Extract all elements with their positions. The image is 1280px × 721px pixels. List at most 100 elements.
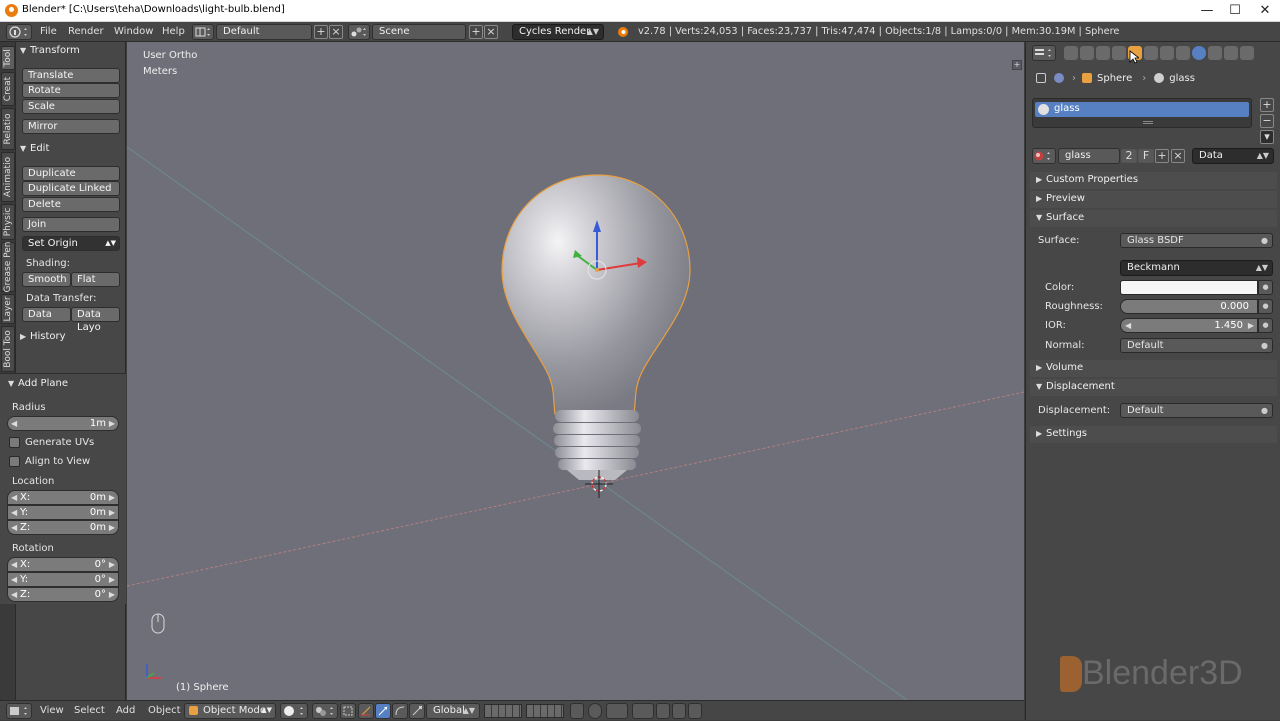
tab-relations[interactable]: Relatio — [1, 108, 15, 150]
minimize-button[interactable]: — — [1192, 0, 1222, 22]
scene-layers-group-2[interactable] — [526, 704, 564, 718]
scale-manipulator-button[interactable] — [409, 703, 425, 719]
surface-panel-header[interactable]: ▼ Surface — [1030, 210, 1277, 227]
rotation-z-field[interactable]: ◀ Z: 0° ▶ — [7, 587, 119, 602]
location-z-field[interactable]: ◀ Z: 0m ▶ — [7, 520, 119, 535]
editor-type-button[interactable] — [6, 703, 32, 719]
material-link-dropdown[interactable]: Data ▲▼ — [1192, 148, 1274, 164]
opengl-animation-icon[interactable] — [672, 703, 686, 719]
menu-render[interactable]: Render — [68, 26, 104, 37]
material-name-field[interactable]: glass — [1058, 148, 1120, 164]
render-layers-tab-icon[interactable] — [1080, 46, 1094, 60]
close-button[interactable]: ✕ — [1250, 0, 1280, 22]
data-transfer-button[interactable]: Data — [22, 307, 71, 322]
rotate-manipulator-button[interactable] — [392, 703, 408, 719]
pin-icon[interactable] — [1036, 73, 1046, 83]
data-tab-icon[interactable] — [1176, 46, 1190, 60]
world-tab-icon[interactable] — [1112, 46, 1126, 60]
scene-selector[interactable] — [348, 24, 370, 40]
maximize-button[interactable]: ☐ — [1220, 0, 1250, 22]
displacement-input-field[interactable]: Default ● — [1120, 403, 1273, 418]
snap-element-icon[interactable] — [632, 703, 654, 719]
color-swatch[interactable] — [1120, 280, 1258, 295]
transform-panel-header[interactable]: ▼ Transform — [20, 45, 80, 56]
editor-type-button[interactable] — [6, 24, 32, 40]
add-layout-icon[interactable]: + — [314, 25, 328, 39]
location-x-field[interactable]: ◀ X: 0m ▶ — [7, 490, 119, 505]
history-panel-header[interactable]: ▶ History — [20, 331, 66, 342]
location-y-field[interactable]: ◀ Y: 0m ▶ — [7, 505, 119, 520]
add-plane-panel-header[interactable]: ▼ Add Plane — [8, 378, 68, 389]
ior-field[interactable]: ◀ 1.450 ▶ — [1120, 318, 1258, 333]
tab-bool-tool[interactable]: Bool Too — [1, 326, 15, 372]
screen-layout-field[interactable]: Default — [216, 24, 312, 40]
preview-panel-header[interactable]: ▶ Preview — [1030, 191, 1277, 208]
material-slots-list[interactable]: glass — [1032, 98, 1252, 128]
rotation-x-field[interactable]: ◀ X: 0° ▶ — [7, 557, 119, 572]
duplicate-button[interactable]: Duplicate — [22, 166, 120, 181]
material-tab-icon[interactable] — [1192, 46, 1206, 60]
volume-panel-header[interactable]: ▶ Volume — [1030, 360, 1277, 377]
material-specials-icon[interactable]: ▾ — [1260, 130, 1274, 144]
editor-type-button[interactable] — [1032, 45, 1056, 61]
tab-tool[interactable]: Tool — [1, 46, 15, 70]
translate-button[interactable]: Translate — [22, 68, 120, 83]
add-scene-icon[interactable]: + — [469, 25, 483, 39]
menu-help[interactable]: Help — [162, 26, 185, 37]
remove-material-slot-icon[interactable]: − — [1260, 114, 1274, 128]
unlink-material-icon[interactable]: × — [1171, 149, 1185, 163]
particles-tab-icon[interactable] — [1224, 46, 1238, 60]
align-to-view-checkbox[interactable] — [9, 456, 20, 467]
tab-create[interactable]: Creat — [1, 72, 15, 106]
mirror-button[interactable]: Mirror — [22, 119, 120, 134]
pivot-point-dropdown[interactable] — [312, 703, 338, 719]
shade-smooth-button[interactable]: Smooth — [22, 272, 71, 287]
join-button[interactable]: Join — [22, 217, 120, 232]
ior-socket-icon[interactable]: ● — [1258, 318, 1273, 333]
interaction-mode-dropdown[interactable]: Object Mode ▲▼ — [184, 703, 276, 719]
edit-panel-header[interactable]: ▼ Edit — [20, 143, 49, 154]
render-engine-dropdown[interactable]: Cycles Render ▲▼ — [512, 24, 604, 40]
material-slot-row[interactable]: glass — [1035, 102, 1249, 117]
color-socket-icon[interactable]: ● — [1258, 280, 1273, 295]
texture-tab-icon[interactable] — [1208, 46, 1222, 60]
generate-uvs-checkbox[interactable] — [9, 437, 20, 448]
tab-physics[interactable]: Physic — [1, 204, 15, 240]
normal-input-field[interactable]: Default ● — [1120, 338, 1273, 353]
rotate-button[interactable]: Rotate — [22, 83, 120, 98]
light-bulb-glass[interactable] — [501, 174, 691, 415]
menu-select[interactable]: Select — [74, 705, 105, 716]
proportional-edit-icon[interactable] — [588, 703, 602, 719]
tab-animation[interactable]: Animatio — [1, 152, 15, 202]
duplicate-linked-button[interactable]: Duplicate Linked — [22, 181, 120, 196]
translate-manipulator-button[interactable] — [375, 703, 391, 719]
remove-scene-icon[interactable]: × — [484, 25, 498, 39]
delete-button[interactable]: Delete — [22, 197, 120, 212]
fake-user-toggle[interactable]: F — [1138, 149, 1154, 163]
tab-grease-pencil[interactable]: Grease Pen — [1, 242, 15, 292]
opengl-render-icon[interactable] — [656, 703, 670, 719]
data-layout-button[interactable]: Data Layo — [71, 307, 120, 333]
constraints-tab-icon[interactable] — [1144, 46, 1158, 60]
manipulator-center-button[interactable] — [340, 703, 356, 719]
menu-file[interactable]: File — [40, 26, 57, 37]
set-origin-dropdown[interactable]: Set Origin ▲▼ — [22, 236, 120, 251]
distribution-dropdown[interactable]: Beckmann ▲▼ — [1120, 260, 1273, 276]
list-resize-grip-icon[interactable] — [1143, 121, 1153, 124]
add-material-slot-icon[interactable]: + — [1260, 98, 1274, 112]
tab-layer[interactable]: Layer — [1, 294, 15, 324]
manipulator-toggle-button[interactable] — [358, 703, 374, 719]
lock-layers-icon[interactable] — [570, 703, 584, 719]
menu-view[interactable]: View — [40, 705, 64, 716]
falloff-dropdown-icon[interactable] — [606, 703, 628, 719]
settings-panel-header[interactable]: ▶ Settings — [1030, 426, 1277, 443]
displacement-panel-header[interactable]: ▼ Displacement — [1030, 379, 1277, 396]
new-material-icon[interactable]: + — [1155, 149, 1169, 163]
transform-orientation-dropdown[interactable]: Global ▲▼ — [426, 703, 480, 719]
shade-flat-button[interactable]: Flat — [71, 272, 120, 287]
modifiers-tab-icon[interactable] — [1160, 46, 1174, 60]
custom-properties-panel-header[interactable]: ▶ Custom Properties — [1030, 172, 1277, 189]
roughness-slider[interactable]: 0.000 — [1120, 299, 1258, 314]
rotation-y-field[interactable]: ◀ Y: 0° ▶ — [7, 572, 119, 587]
material-users-count[interactable]: 2 — [1121, 149, 1137, 163]
